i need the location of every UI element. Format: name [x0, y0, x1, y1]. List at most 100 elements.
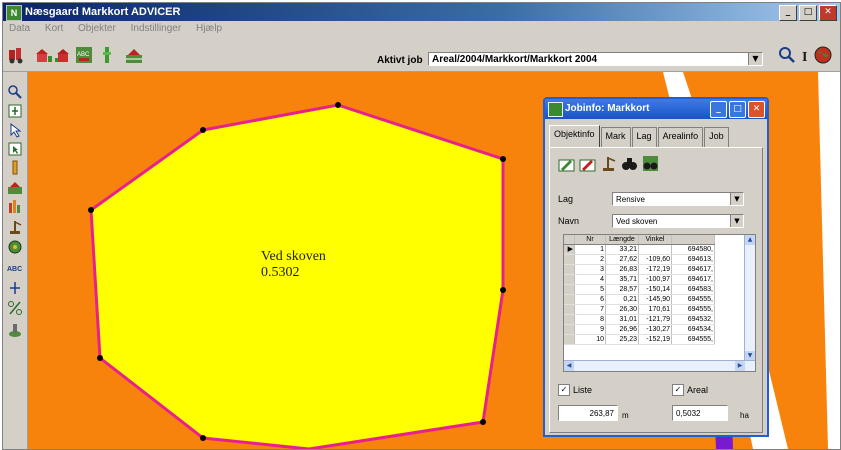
abc-label-icon[interactable]: ABC — [7, 260, 23, 276]
table-row[interactable]: 6 0,21 -145,90 694555, — [564, 294, 715, 305]
magnifier-icon[interactable] — [778, 46, 796, 64]
farm-barn-icon[interactable] — [35, 46, 53, 64]
active-job-select[interactable]: Areal/2004/Markkort/Markkort 2004 ▼ — [428, 52, 763, 66]
jobinfo-title-bar: Jobinfo: Markkort _ □ ✕ — [545, 99, 767, 119]
row-marker: ▶ — [564, 244, 575, 255]
cell-nr: 7 — [574, 304, 606, 315]
maximize-button[interactable]: □ — [799, 5, 817, 21]
chevron-down-icon[interactable]: ▼ — [730, 215, 743, 227]
pan-icon[interactable] — [7, 103, 23, 119]
info-icon[interactable]: I — [796, 46, 814, 64]
percent-icon[interactable] — [7, 300, 23, 316]
cell-coord: 694532, — [671, 314, 715, 325]
navn-label: Navn — [558, 216, 580, 226]
paint-icon[interactable] — [7, 322, 23, 338]
checkbox-checked-icon[interactable]: ✓ — [558, 384, 570, 396]
svg-text:I: I — [802, 50, 807, 64]
row-marker — [564, 254, 575, 265]
cell-vinkel: -150,14 — [638, 284, 672, 295]
edge-strip — [818, 72, 840, 449]
table-row[interactable]: 3 26,83 -172,19 694617, — [564, 264, 715, 275]
cross-tool-icon[interactable] — [7, 280, 23, 296]
cell-vinkel: 170,61 — [638, 304, 672, 315]
field-icon[interactable] — [125, 46, 143, 64]
row-marker — [564, 304, 575, 315]
area-field[interactable]: 0,5032 — [672, 405, 728, 421]
tab-mark[interactable]: Mark — [600, 127, 631, 147]
pointer-icon[interactable] — [7, 122, 23, 138]
row-marker — [564, 294, 575, 305]
areal-label: Areal — [687, 385, 709, 395]
cell-laengde: 26,30 — [605, 304, 639, 315]
table-row[interactable]: 4 35,71 -100,97 694617, — [564, 274, 715, 285]
binoculars-icon[interactable] — [621, 155, 638, 172]
jobinfo-close-button[interactable]: ✕ — [748, 101, 765, 118]
cell-nr: 4 — [574, 274, 606, 285]
chevron-down-icon[interactable]: ▼ — [748, 53, 762, 65]
minimize-button[interactable]: _ — [779, 5, 797, 21]
cell-laengde: 26,96 — [605, 324, 639, 335]
edit-object-icon[interactable] — [558, 155, 575, 172]
cell-laengde: 26,83 — [605, 264, 639, 275]
tab-arealinfo[interactable]: Arealinfo — [657, 127, 704, 147]
table-horizontal-scrollbar[interactable]: ◀ ▶ — [564, 360, 755, 371]
table-row[interactable]: 5 28,57 -150,14 694583, — [564, 284, 715, 295]
green-pin-icon[interactable] — [98, 46, 116, 64]
tab-job[interactable]: Job — [704, 127, 729, 147]
areal-checkbox[interactable]: ✓ Areal — [672, 384, 708, 396]
header-coord[interactable] — [671, 235, 715, 245]
table-row[interactable]: ▶ 1 33,21 694580, — [564, 244, 715, 255]
length-field[interactable]: 263,87 — [558, 405, 618, 421]
scale-icon[interactable] — [7, 198, 23, 214]
cell-vinkel: -121,79 — [638, 314, 672, 325]
jobinfo-title: Jobinfo: Markkort — [565, 103, 650, 114]
table-row[interactable]: 7 26,30 170,61 694555, — [564, 304, 715, 315]
menu-kort[interactable]: Kort — [39, 21, 69, 34]
tab-lag[interactable]: Lag — [631, 127, 657, 147]
cell-vinkel: -172,19 — [638, 264, 672, 275]
farm-barn-icon[interactable] — [55, 46, 73, 64]
table-vertical-scrollbar[interactable]: ▲ ▼ — [744, 235, 755, 361]
header-nr[interactable]: Nr — [574, 235, 606, 245]
crane-icon[interactable] — [600, 155, 617, 172]
menu-data[interactable]: Data — [3, 21, 36, 34]
scroll-left-icon[interactable]: ◀ — [564, 361, 574, 371]
edit-object-icon[interactable] — [579, 155, 596, 172]
tab-objektinfo[interactable]: Objektinfo — [549, 125, 600, 147]
table-row[interactable]: 8 31,01 -121,79 694532, — [564, 314, 715, 325]
coordinates-table[interactable]: Nr Længde Vinkel ▶ 1 33,21 694580, 2 27,62 -10… — [563, 234, 756, 372]
liste-checkbox[interactable]: ✓ Liste — [558, 384, 592, 396]
close-button[interactable]: ✕ — [819, 5, 837, 21]
gear-icon[interactable] — [7, 239, 23, 255]
objektinfo-panel: Lag Rensive ▼ Navn Ved skoven ▼ Nr Længd… — [549, 147, 763, 433]
field-vertex — [97, 355, 103, 361]
cell-laengde: 31,01 — [605, 314, 639, 325]
header-laengde[interactable]: Længde — [605, 235, 639, 245]
table-row[interactable]: 2 27,62 -109,60 694613, — [564, 254, 715, 265]
lag-select[interactable]: Rensive ▼ — [612, 192, 744, 206]
measure-icon[interactable] — [7, 160, 23, 176]
menu-hjaelp[interactable]: Hjælp — [190, 21, 228, 34]
header-vinkel[interactable]: Vinkel — [638, 235, 672, 245]
menu-indstillinger[interactable]: Indstillinger — [125, 21, 188, 34]
scroll-right-icon[interactable]: ▶ — [735, 361, 745, 371]
menu-objekter[interactable]: Objekter — [72, 21, 122, 34]
checkbox-checked-icon[interactable]: ✓ — [672, 384, 684, 396]
globe-icon[interactable] — [814, 46, 832, 64]
chevron-down-icon[interactable]: ▼ — [730, 193, 743, 205]
jobinfo-minimize-button[interactable]: _ — [710, 101, 727, 118]
crane-icon[interactable] — [7, 219, 23, 235]
table-row[interactable]: 9 26,96 -130,27 694534, — [564, 324, 715, 335]
navn-select[interactable]: Ved skoven ▼ — [612, 214, 744, 228]
table-header-row: Nr Længde Vinkel — [564, 235, 715, 245]
field-icon[interactable] — [7, 179, 23, 195]
abc-map-icon[interactable]: ABC — [75, 46, 93, 64]
jobinfo-maximize-button[interactable]: □ — [729, 101, 746, 118]
tractor-icon[interactable] — [7, 46, 25, 64]
binoculars-field-icon[interactable] — [642, 155, 659, 172]
zoom-icon[interactable] — [7, 84, 23, 100]
scroll-up-icon[interactable]: ▲ — [745, 235, 755, 245]
field-area: 0.5302 — [261, 265, 300, 280]
select-icon[interactable] — [7, 141, 23, 157]
table-row[interactable]: 10 25,23 -152,19 694555, — [564, 334, 715, 345]
